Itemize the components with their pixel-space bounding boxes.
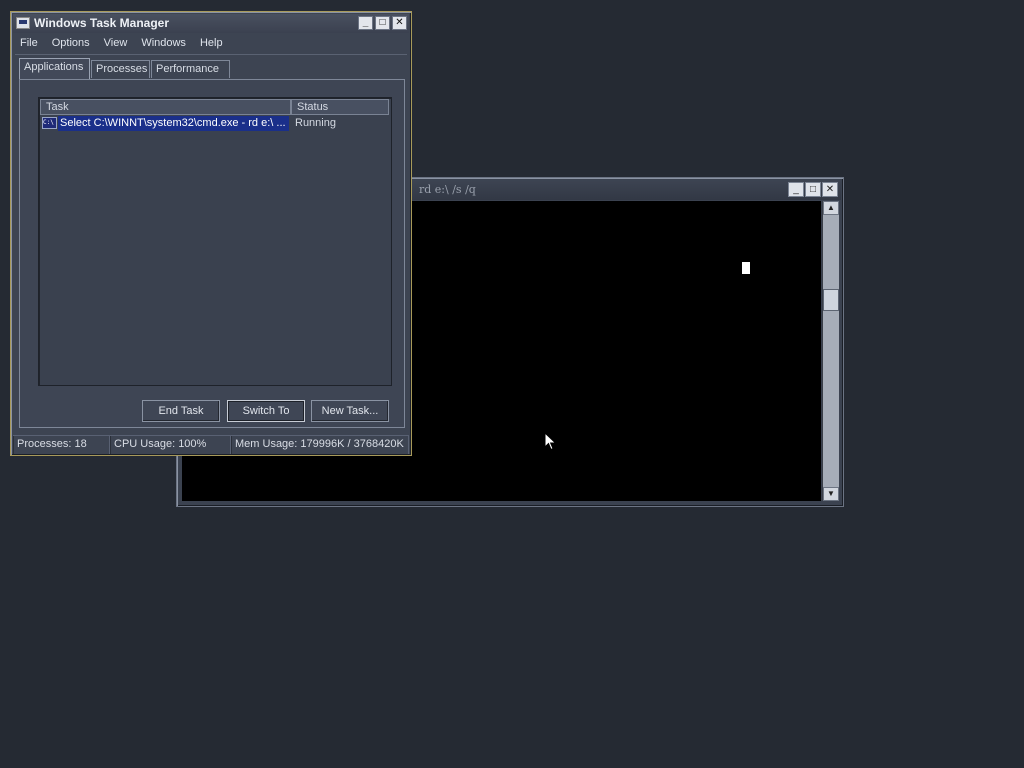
end-task-button[interactable]: End Task bbox=[142, 400, 220, 422]
text-cursor bbox=[742, 262, 750, 274]
cmd-prompt-icon: C:\ bbox=[42, 117, 57, 129]
status-mem-usage: Mem Usage: 179996K / 3768420K bbox=[231, 436, 409, 454]
status-cpu-usage: CPU Usage: 100% bbox=[110, 436, 231, 454]
scroll-up-arrow-icon[interactable]: ▲ bbox=[823, 201, 839, 215]
task-manager-window[interactable]: Windows Task Manager _ □ ✕ File Options … bbox=[10, 11, 412, 456]
table-row[interactable]: C:\ Select C:\WINNT\system32\cmd.exe - r… bbox=[40, 116, 389, 131]
scroll-down-arrow-icon[interactable]: ▼ bbox=[823, 487, 839, 501]
status-processes: Processes: 18 bbox=[13, 436, 110, 454]
task-manager-app-icon[interactable] bbox=[16, 17, 30, 29]
console-vertical-scrollbar[interactable]: ▲ ▼ bbox=[822, 201, 839, 501]
task-list[interactable]: Task Status C:\ Select C:\WINNT\system32… bbox=[38, 97, 392, 386]
task-manager-titlebar[interactable]: Windows Task Manager _ □ ✕ bbox=[13, 14, 409, 33]
switch-to-button[interactable]: Switch To bbox=[227, 400, 305, 422]
mouse-pointer-icon bbox=[544, 432, 557, 451]
tab-processes[interactable]: Processes bbox=[91, 60, 150, 78]
minimize-button[interactable]: _ bbox=[358, 16, 373, 30]
maximize-button[interactable]: □ bbox=[375, 16, 390, 30]
task-manager-title: Windows Task Manager bbox=[34, 16, 170, 30]
new-task-button[interactable]: New Task... bbox=[311, 400, 389, 422]
console-close-button[interactable]: ✕ bbox=[822, 182, 838, 197]
console-maximize-button[interactable]: □ bbox=[805, 182, 821, 197]
console-minimize-button[interactable]: _ bbox=[788, 182, 804, 197]
menu-view[interactable]: View bbox=[97, 34, 135, 53]
task-status: Running bbox=[295, 117, 336, 129]
column-header-task[interactable]: Task bbox=[40, 99, 291, 115]
status-bar: Processes: 18 CPU Usage: 100% Mem Usage:… bbox=[13, 435, 409, 454]
menu-options[interactable]: Options bbox=[45, 34, 97, 53]
menu-bar: File Options View Windows Help bbox=[13, 34, 409, 53]
console-title: rd e:\ /s /q bbox=[419, 183, 476, 196]
menu-divider bbox=[15, 54, 407, 55]
task-list-header: Task Status bbox=[40, 99, 390, 115]
menu-file[interactable]: File bbox=[13, 34, 45, 53]
tab-applications[interactable]: Applications bbox=[19, 58, 90, 80]
menu-windows[interactable]: Windows bbox=[134, 34, 193, 53]
tab-performance[interactable]: Performance bbox=[151, 60, 230, 78]
task-name[interactable]: Select C:\WINNT\system32\cmd.exe - rd e:… bbox=[58, 116, 289, 131]
scrollbar-thumb[interactable] bbox=[823, 289, 839, 311]
applications-panel: Task Status C:\ Select C:\WINNT\system32… bbox=[19, 79, 405, 428]
column-header-status[interactable]: Status bbox=[291, 99, 389, 115]
menu-help[interactable]: Help bbox=[193, 34, 230, 53]
close-button[interactable]: ✕ bbox=[392, 16, 407, 30]
